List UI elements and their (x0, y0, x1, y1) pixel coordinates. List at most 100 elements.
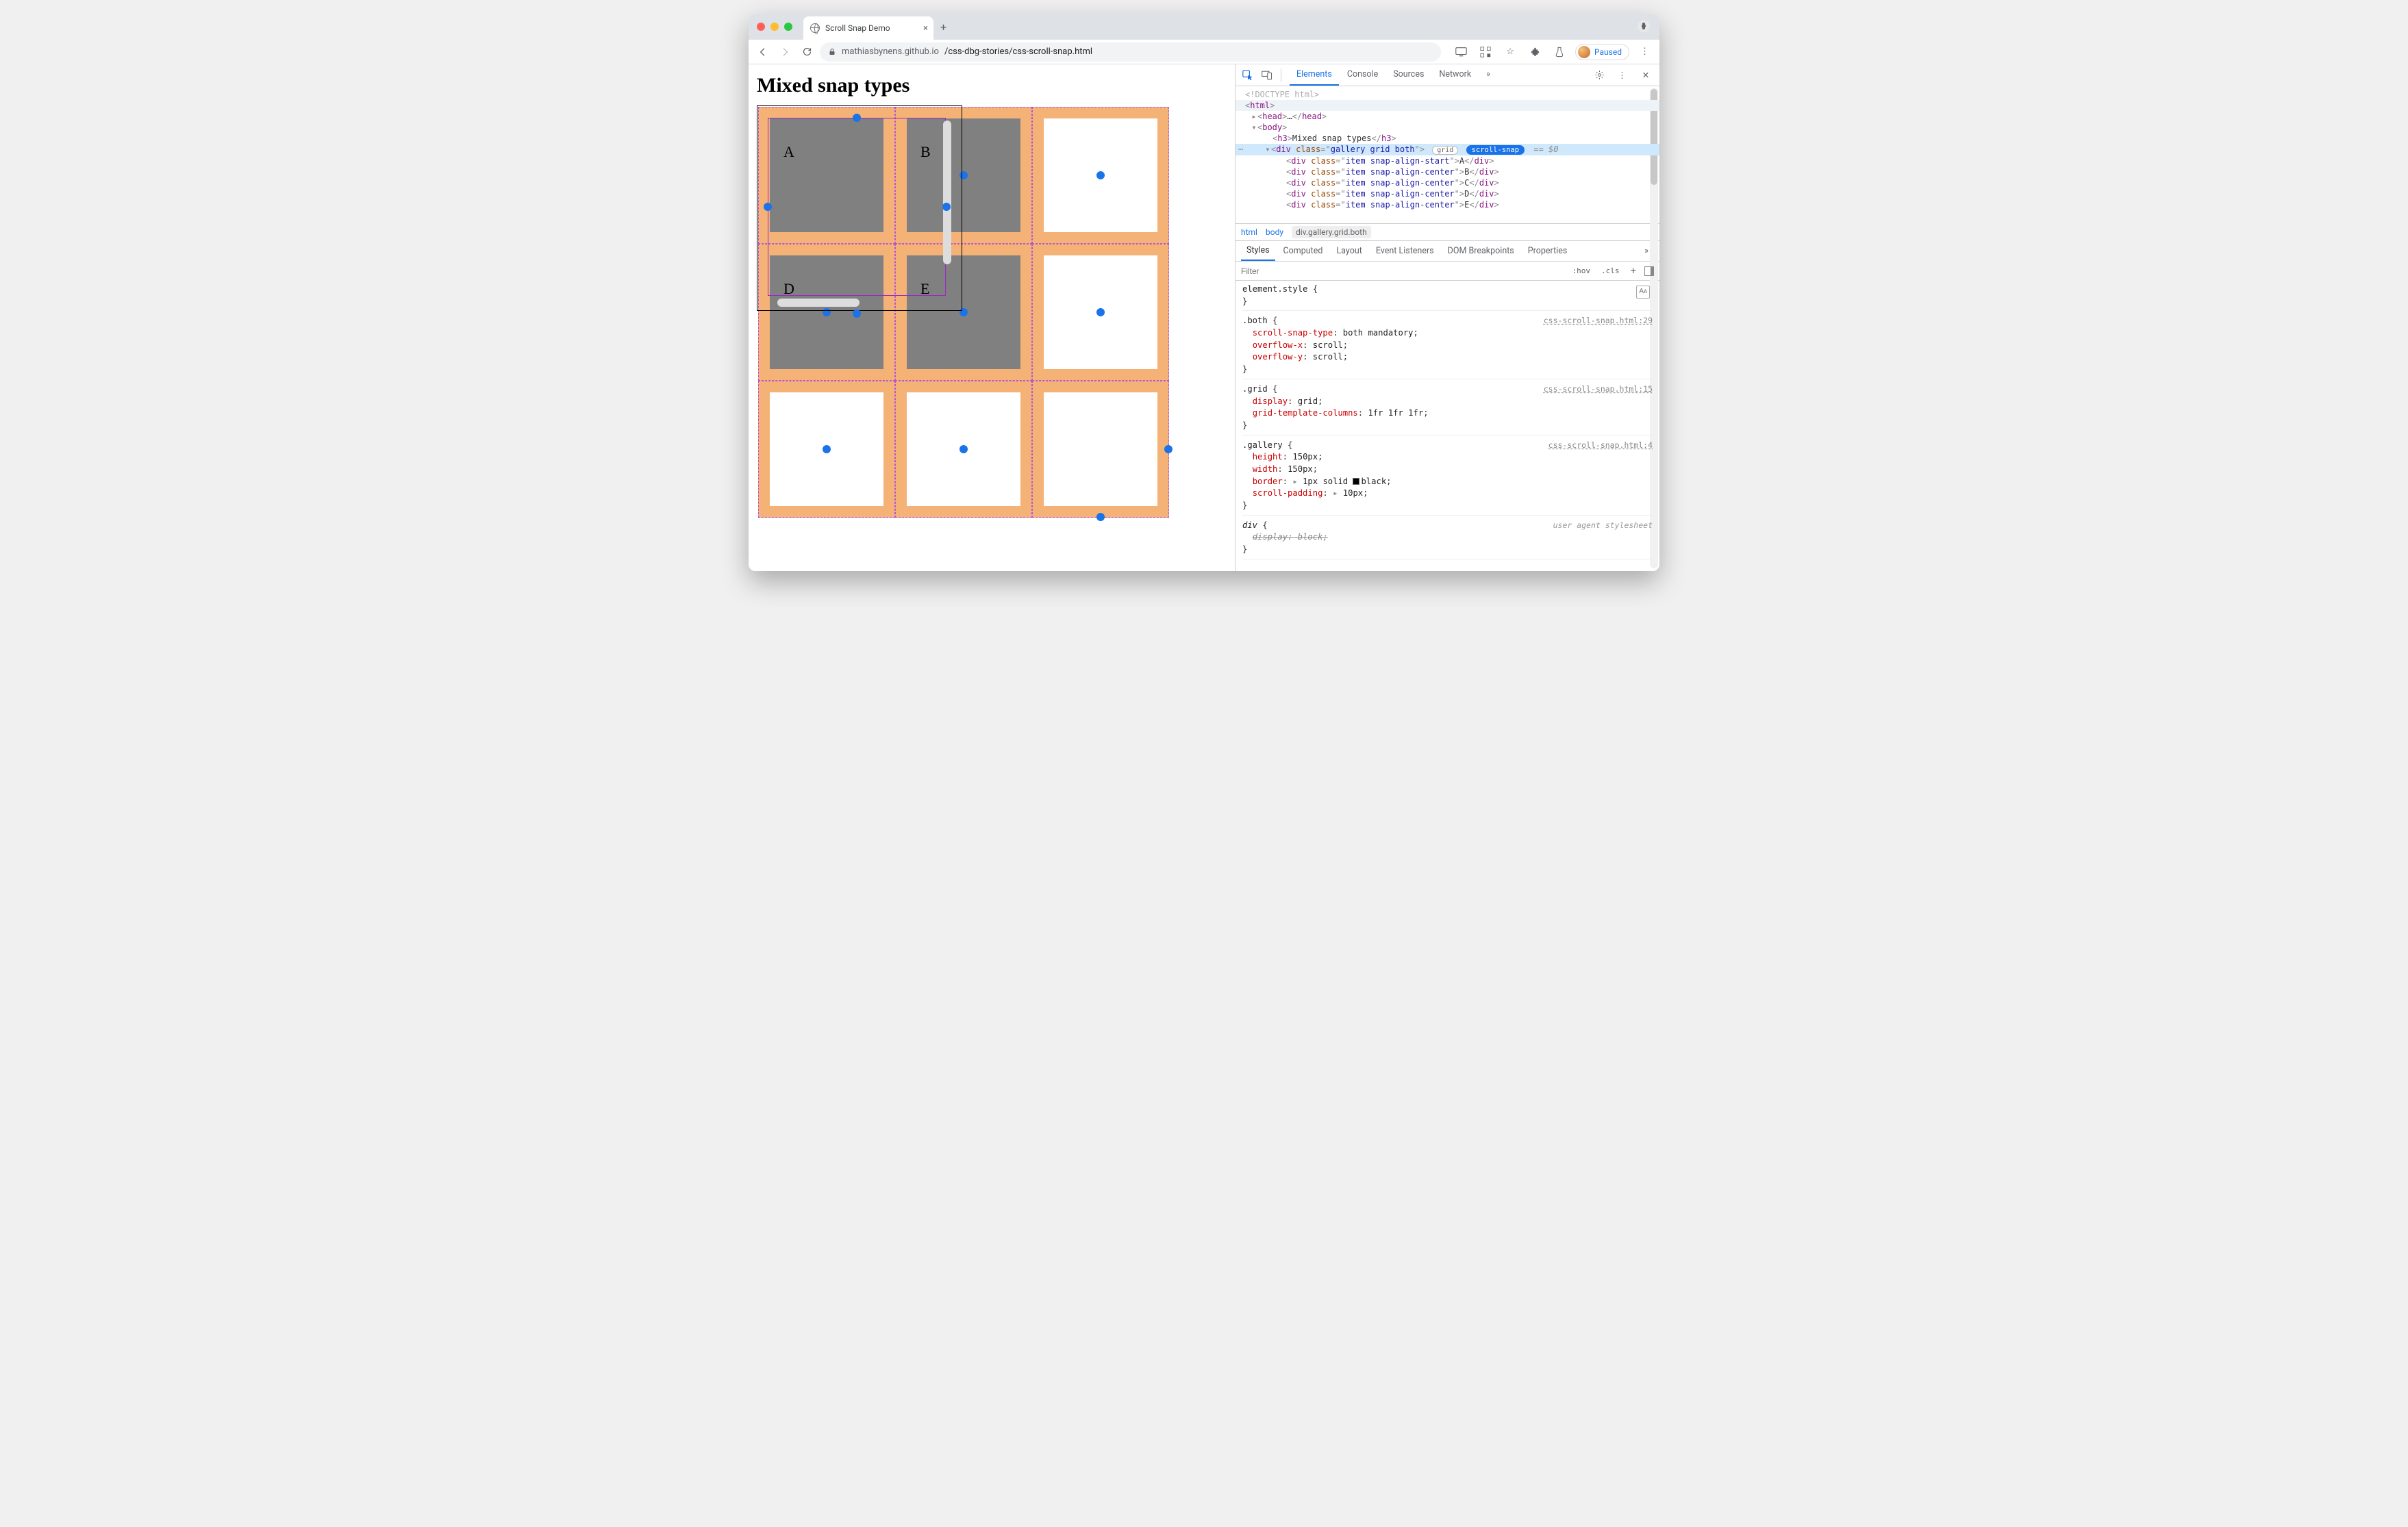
browser-tab[interactable]: Scroll Snap Demo × (803, 16, 933, 40)
snap-point-icon (960, 171, 968, 179)
grid-cell[interactable] (758, 381, 895, 518)
scroll-snap-badge[interactable]: scroll-snap (1466, 145, 1525, 155)
dom-node[interactable]: <html> (1236, 100, 1659, 111)
style-rule[interactable]: user agent stylesheet div { display: blo… (1242, 520, 1653, 559)
new-tab-button[interactable]: + (940, 21, 946, 34)
inspect-element-icon[interactable] (1240, 67, 1256, 84)
snap-axis-dot (764, 203, 772, 211)
tab-console[interactable]: Console (1340, 64, 1385, 86)
snap-axis-dot (853, 114, 861, 122)
dom-node[interactable]: ▾<body> (1236, 122, 1659, 133)
close-tab-icon[interactable]: × (923, 23, 928, 34)
snap-axis-dot (942, 203, 951, 211)
snap-point-icon (960, 445, 968, 453)
reload-button[interactable] (798, 43, 816, 61)
rule-source[interactable]: css-scroll-snap.html:15 (1544, 383, 1653, 395)
qr-icon[interactable] (1477, 43, 1494, 61)
vertical-scrollbar[interactable] (943, 121, 951, 264)
back-button[interactable] (754, 43, 772, 61)
gear-icon[interactable] (1591, 67, 1607, 84)
color-swatch-icon[interactable] (1353, 478, 1359, 485)
dom-node[interactable]: <div class="item snap-align-center">C</d… (1236, 177, 1659, 188)
crumb-selected[interactable]: div.gallery.grid.both (1292, 226, 1371, 238)
crumb-body[interactable]: body (1266, 227, 1283, 237)
tab-network[interactable]: Network (1432, 64, 1478, 86)
computed-toggle-icon[interactable] (1644, 266, 1654, 276)
hov-toggle[interactable]: :hov (1570, 265, 1594, 277)
style-rule[interactable]: css-scroll-snap.html:4 .gallery { height… (1242, 440, 1653, 516)
extensions-icon[interactable] (1526, 43, 1544, 61)
style-rule[interactable]: css-scroll-snap.html:15 .grid { display:… (1242, 383, 1653, 436)
snap-point-icon (823, 445, 831, 453)
maximize-window-icon[interactable] (784, 23, 792, 31)
close-devtools-icon[interactable]: ✕ (1638, 67, 1654, 84)
window-controls (757, 23, 792, 31)
horizontal-scrollbar[interactable] (777, 299, 860, 307)
url-host: mathiasbynens.github.io (842, 47, 939, 57)
page-viewport: Mixed snap types A B D E (749, 64, 1235, 571)
dom-node[interactable]: <div class="item snap-align-start">A</di… (1236, 155, 1659, 166)
dom-node[interactable]: ▸<head>…</head> (1236, 111, 1659, 122)
grid-cell[interactable]: B (895, 107, 1032, 244)
kebab-menu-icon[interactable]: ⋮ (1636, 43, 1654, 61)
dom-node[interactable]: <h3>Mixed snap types</h3> (1236, 133, 1659, 144)
gallery-grid[interactable]: A B D E (758, 107, 1169, 518)
styles-rules[interactable]: Aᴀ element.style {} css-scroll-snap.html… (1236, 281, 1659, 571)
snap-point-icon (960, 308, 968, 316)
grid-cell[interactable]: E (895, 244, 1032, 381)
font-size-toggle-icon[interactable]: Aᴀ (1636, 286, 1650, 299)
grid-badge[interactable]: grid (1432, 146, 1458, 155)
address-bar[interactable]: mathiasbynens.github.io/css-dbg-stories/… (820, 42, 1441, 62)
tabs-overflow-icon[interactable]: » (1479, 64, 1497, 86)
tab-search-icon[interactable] (1638, 20, 1650, 32)
devtools-panel: Elements Console Sources Network » ⋮ ✕ <… (1235, 64, 1659, 571)
elements-tree[interactable]: <!DOCTYPE html> <html> ▸<head>…</head> ▾… (1236, 86, 1659, 223)
devtools-toolbar: Elements Console Sources Network » ⋮ ✕ (1236, 64, 1659, 86)
crumb-html[interactable]: html (1241, 227, 1257, 237)
dom-node-selected[interactable]: ⋯ ▾<div class="gallery grid both"> grid … (1236, 144, 1659, 155)
style-rule[interactable]: Aᴀ element.style {} (1242, 283, 1653, 311)
screen-share-icon[interactable] (1452, 43, 1470, 61)
styles-filter-row: :hov .cls + (1236, 262, 1659, 281)
labs-icon[interactable] (1551, 43, 1568, 61)
tab-styles[interactable]: Styles (1241, 241, 1275, 261)
close-window-icon[interactable] (757, 23, 765, 31)
tab-title: Scroll Snap Demo (825, 23, 890, 33)
cell-label: D (783, 280, 794, 298)
snap-point-icon (823, 308, 831, 316)
dom-node[interactable]: <div class="item snap-align-center">B</d… (1236, 166, 1659, 177)
cls-toggle[interactable]: .cls (1598, 265, 1622, 277)
devtools-menu-icon[interactable]: ⋮ (1614, 67, 1631, 84)
new-style-rule-button[interactable]: + (1628, 264, 1639, 278)
snap-point-icon (1096, 308, 1105, 316)
tab-computed[interactable]: Computed (1278, 242, 1329, 260)
grid-cell[interactable] (895, 381, 1032, 518)
grid-cell[interactable]: D (758, 244, 895, 381)
bookmark-star-icon[interactable]: ☆ (1501, 43, 1519, 61)
styles-tabs: Styles Computed Layout Event Listeners D… (1236, 241, 1659, 262)
tab-dom-breakpoints[interactable]: DOM Breakpoints (1442, 242, 1520, 260)
tab-layout[interactable]: Layout (1331, 242, 1367, 260)
tab-event-listeners[interactable]: Event Listeners (1370, 242, 1440, 260)
rule-source[interactable]: css-scroll-snap.html:4 (1548, 440, 1653, 451)
tab-elements[interactable]: Elements (1290, 64, 1339, 86)
forward-button[interactable] (776, 43, 794, 61)
dom-node[interactable]: <div class="item snap-align-center">D</d… (1236, 188, 1659, 199)
grid-cell[interactable]: A (758, 107, 895, 244)
profile-paused-button[interactable]: Paused (1575, 44, 1629, 60)
grid-cell[interactable] (1032, 107, 1169, 244)
cell-label: B (920, 143, 931, 161)
tab-sources[interactable]: Sources (1386, 64, 1431, 86)
grid-cell[interactable] (1032, 244, 1169, 381)
dom-node[interactable]: <div class="item snap-align-center">E</d… (1236, 199, 1659, 210)
tab-properties[interactable]: Properties (1522, 242, 1573, 260)
snap-point-icon (1096, 171, 1105, 179)
styles-filter-input[interactable] (1241, 266, 1564, 276)
page-title: Mixed snap types (757, 74, 1227, 97)
device-toolbar-icon[interactable] (1259, 67, 1275, 84)
grid-cell[interactable] (1032, 381, 1169, 518)
minimize-window-icon[interactable] (770, 23, 779, 31)
dom-node[interactable]: <!DOCTYPE html> (1236, 89, 1659, 100)
style-rule[interactable]: css-scroll-snap.html:29 .both { scroll-s… (1242, 315, 1653, 379)
rule-source[interactable]: css-scroll-snap.html:29 (1544, 315, 1653, 327)
